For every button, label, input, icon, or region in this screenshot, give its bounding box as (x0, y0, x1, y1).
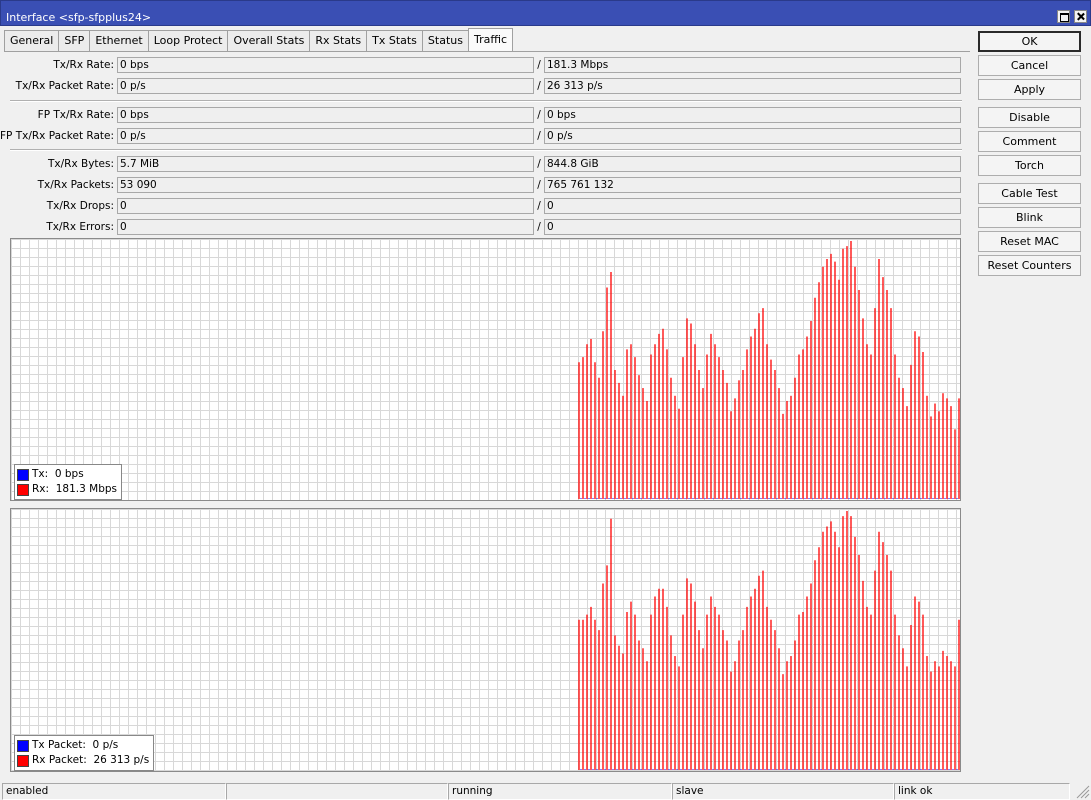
tx-color-swatch (17, 739, 29, 752)
field-label: Tx/Rx Rate: (53, 59, 114, 71)
packet-rate-graph: Tx Packet: 0 p/s Rx Packet: 26 313 p/s (10, 508, 961, 772)
legend-value: 26 313 p/s (93, 754, 150, 766)
tx-errors-field: 0 (117, 219, 534, 235)
comment-button[interactable]: Comment (978, 131, 1081, 152)
maximize-icon[interactable] (1057, 10, 1070, 23)
tab-divider (4, 51, 970, 52)
tab-sfp[interactable]: SFP (58, 30, 91, 51)
legend-value: 0 p/s (92, 739, 119, 751)
disable-button[interactable]: Disable (978, 107, 1081, 128)
slash-separator: / (537, 200, 541, 212)
status-running: running (448, 783, 672, 800)
reset-counters-button[interactable]: Reset Counters (978, 255, 1081, 276)
fp-rx-packet-rate-field: 0 p/s (544, 128, 961, 144)
slash-separator: / (537, 109, 541, 121)
tab-ethernet[interactable]: Ethernet (89, 30, 149, 51)
legend-name: Rx: (32, 483, 50, 495)
field-label: Tx/Rx Drops: (46, 200, 114, 212)
rx-packet-rate-field: 26 313 p/s (544, 78, 961, 94)
tx-rate-field: 0 bps (117, 57, 534, 73)
field-label: Tx/Rx Errors: (46, 221, 114, 233)
tab-bar: General SFP Ethernet Loop Protect Overal… (4, 28, 514, 51)
rx-drops-field: 0 (544, 198, 961, 214)
rx-color-swatch (17, 754, 29, 767)
traffic-rate-chart (578, 241, 960, 499)
slash-separator: / (537, 221, 541, 233)
rx-rate-field: 181.3 Mbps (544, 57, 961, 73)
rx-bytes-field: 844.8 GiB (544, 156, 961, 172)
tab-general[interactable]: General (4, 30, 60, 51)
status-bar: enabled running slave link ok (0, 782, 1091, 800)
slash-separator: / (537, 158, 541, 170)
legend-value: 0 bps (54, 468, 84, 480)
status-enabled: enabled (2, 783, 226, 800)
apply-button[interactable]: Apply (978, 79, 1081, 100)
slash-separator: / (537, 130, 541, 142)
fp-rx-rate-field: 0 bps (544, 107, 961, 123)
tx-bytes-field: 5.7 MiB (117, 156, 534, 172)
slash-separator: / (537, 80, 541, 92)
legend-name: Tx: (32, 468, 49, 480)
field-label: FP Tx/Rx Rate: (37, 109, 114, 121)
packet-rate-chart (578, 511, 960, 770)
section-divider (10, 100, 962, 102)
fp-tx-rate-field: 0 bps (117, 107, 534, 123)
slash-separator: / (537, 179, 541, 191)
legend-item-tx: Tx: 0 bps (17, 467, 117, 482)
field-label: Tx/Rx Packets: (37, 179, 114, 191)
tab-status[interactable]: Status (421, 30, 469, 51)
legend-item-rx-packet: Rx Packet: 26 313 p/s (17, 753, 149, 768)
tab-loop-protect[interactable]: Loop Protect (147, 30, 229, 51)
rx-packets-field: 765 761 132 (544, 177, 961, 193)
status-link: link ok (894, 783, 1070, 800)
tab-overall-stats[interactable]: Overall Stats (227, 30, 311, 51)
legend-name: Rx Packet: (32, 754, 87, 766)
tab-rx-stats[interactable]: Rx Stats (309, 30, 368, 51)
legend-item-tx-packet: Tx Packet: 0 p/s (17, 738, 149, 753)
resize-grip-icon[interactable] (1071, 780, 1091, 800)
rx-color-swatch (17, 483, 29, 496)
tx-packets-field: 53 090 (117, 177, 534, 193)
field-label: Tx/Rx Bytes: (47, 158, 114, 170)
slash-separator: / (537, 59, 541, 71)
tx-color-swatch (17, 468, 29, 481)
traffic-rate-graph: Tx: 0 bps Rx: 181.3 Mbps (10, 238, 961, 501)
blink-button[interactable]: Blink (978, 207, 1081, 228)
field-label: FP Tx/Rx Packet Rate: (0, 130, 115, 142)
reset-mac-address-button[interactable]: Reset MAC Address (978, 231, 1081, 267)
rate-graph-legend: Tx: 0 bps Rx: 181.3 Mbps (14, 464, 123, 500)
status-slave: slave (672, 783, 894, 800)
window-title: Interface <sfp-sfpplus24> (6, 11, 152, 24)
tx-packet-rate-field: 0 p/s (117, 78, 534, 94)
legend-item-rx: Rx: 181.3 Mbps (17, 482, 117, 497)
fp-tx-packet-rate-field: 0 p/s (117, 128, 534, 144)
rx-errors-field: 0 (544, 219, 961, 235)
legend-name: Tx Packet: (32, 739, 86, 751)
window-title-bar[interactable]: Interface <sfp-sfpplus24> (0, 0, 1091, 26)
tab-traffic[interactable]: Traffic (467, 28, 514, 51)
tx-drops-field: 0 (117, 198, 534, 214)
cancel-button[interactable]: Cancel (978, 55, 1081, 76)
tab-tx-stats[interactable]: Tx Stats (366, 30, 423, 51)
torch-button[interactable]: Torch (978, 155, 1081, 176)
section-divider (10, 149, 962, 151)
ok-button[interactable]: OK (978, 31, 1081, 52)
close-icon[interactable] (1074, 10, 1087, 23)
legend-value: 181.3 Mbps (55, 483, 118, 495)
status-empty (226, 783, 448, 800)
packet-graph-legend: Tx Packet: 0 p/s Rx Packet: 26 313 p/s (14, 735, 155, 771)
field-label: Tx/Rx Packet Rate: (15, 80, 114, 92)
cable-test-button[interactable]: Cable Test (978, 183, 1081, 204)
